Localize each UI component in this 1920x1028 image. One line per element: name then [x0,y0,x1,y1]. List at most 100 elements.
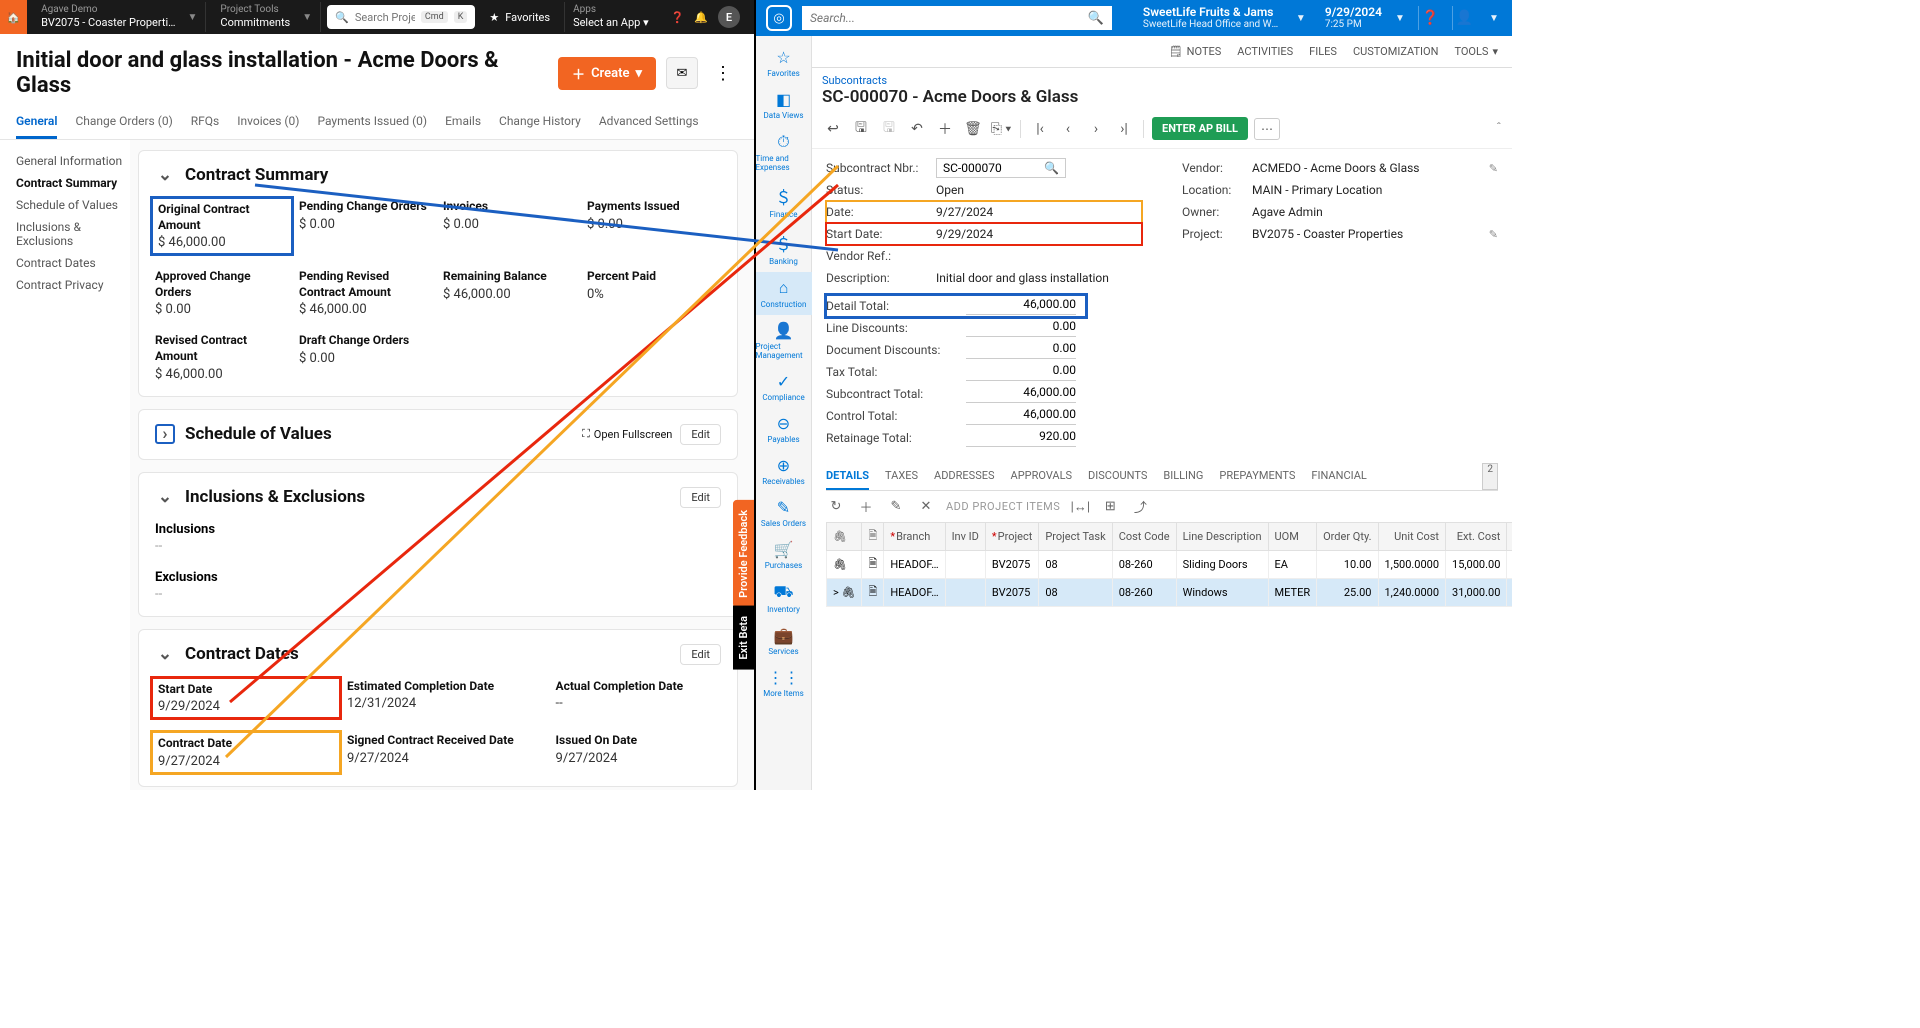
col-header[interactable]: Inv ID [945,523,985,551]
subtab-billing[interactable]: BILLING [1163,463,1203,490]
col-header[interactable]: Project Task [1039,523,1112,551]
details-grid[interactable]: 🖇🗎*BranchInv ID*ProjectProject TaskCost … [826,522,1512,607]
nav-purchases[interactable]: 🛒Purchases [756,534,812,576]
edit-button[interactable]: Edit [680,424,721,445]
delete-row-icon[interactable]: ✕ [916,499,936,514]
fit-columns-icon[interactable]: |↔| [1070,499,1090,515]
col-header[interactable]: *Branch [884,523,945,551]
prev-icon[interactable]: ‹ [1057,118,1079,140]
nav-project-management[interactable]: 👤Project Management [756,315,812,366]
add-row-icon[interactable]: ＋ [856,497,876,516]
subtab-prepayments[interactable]: PREPAYMENTS [1219,463,1295,490]
col-header[interactable]: Cost Code [1112,523,1176,551]
more-actions-button[interactable]: ⋯ [1254,118,1280,140]
collapse-icon[interactable]: ⌄ [155,644,175,664]
col-header[interactable]: 🗎 [862,523,884,551]
subtab-details[interactable]: DETAILS [826,463,869,490]
tab-emails[interactable]: Emails [445,106,481,139]
nav-construction[interactable]: ⌂Construction [756,272,812,315]
undo-icon[interactable]: ↶ [906,118,928,140]
upload-icon[interactable]: ⤴ [1130,497,1150,516]
back-icon[interactable]: ↩ [822,118,844,140]
copy-icon[interactable]: ⎘ ▾ [990,118,1012,140]
subcontract-nbr-field[interactable]: SC-000070 🔍 [936,158,1066,178]
save-close-icon[interactable]: 🖫 [878,118,900,140]
bell-icon[interactable]: 🔔 [694,11,708,24]
col-header[interactable]: *Project [985,523,1038,551]
col-header[interactable]: Ext. Cost [1446,523,1507,551]
nav-compliance[interactable]: ✓Compliance [756,366,812,408]
home-icon[interactable]: 🏠 [0,0,27,34]
email-button[interactable]: ✉ [666,57,698,89]
nav-receivables[interactable]: ⊕Receivables [756,450,812,492]
grid-row[interactable]: > 🖇🗎HEADOF…BV20750808-260WindowsMETER25.… [827,579,1513,607]
collapse-form-icon[interactable]: ˆ [1496,121,1502,136]
sidenav-general-information[interactable]: General Information [16,150,130,172]
tab-change-history[interactable]: Change History [499,106,581,139]
project-selector[interactable]: Agave Demo BV2075 - Coaster Properti… ▼ [33,2,206,31]
enter-ap-bill-button[interactable]: ENTER AP BILL [1152,117,1248,140]
col-header[interactable]: 🖇 [827,523,862,551]
nav-payables[interactable]: ⊖Payables [756,408,812,450]
search-input[interactable] [810,11,1088,25]
tab-general[interactable]: General [16,106,57,139]
sidenav-inclusions-exclusions[interactable]: Inclusions & Exclusions [16,216,130,252]
exit-beta-tab[interactable]: Exit Beta [733,606,754,670]
files-link[interactable]: FILES [1309,45,1337,58]
col-header[interactable]: Unit Cost [1378,523,1446,551]
nav-services[interactable]: 💼Services [756,620,812,662]
sidenav-contract-dates[interactable]: Contract Dates [16,252,130,274]
nav-time-and-expenses[interactable]: ⏱Time and Expenses [756,126,812,178]
user-avatar[interactable]: E [718,6,740,28]
activities-link[interactable]: ACTIVITIES [1237,45,1293,58]
tab-payments-issued-[interactable]: Payments Issued (0) [317,106,427,139]
nav-sales-orders[interactable]: ✎Sales Orders [756,492,812,534]
notes-link[interactable]: 🗒 NOTES [1169,45,1222,58]
add-icon[interactable]: ＋ [934,118,956,140]
kebab-icon[interactable]: ⋮ [708,63,738,84]
subtab-taxes[interactable]: TAXES [885,463,918,490]
nav-banking[interactable]: ＄Banking [756,225,812,272]
col-header[interactable]: UOM [1268,523,1317,551]
subtab-discounts[interactable]: DISCOUNTS [1088,463,1147,490]
first-icon[interactable]: |‹ [1029,118,1051,140]
delete-icon[interactable]: 🗑 [962,118,984,140]
nav-finance[interactable]: ＄Finance [756,178,812,225]
pencil-icon[interactable]: ✎ [1489,228,1498,241]
search-input[interactable] [355,11,415,24]
edit-row-icon[interactable]: ✎ [886,499,906,514]
edit-button[interactable]: Edit [680,644,721,665]
subtab-approvals[interactable]: APPROVALS [1011,463,1073,490]
last-icon[interactable]: ›| [1113,118,1135,140]
nav-more-items[interactable]: ⋮⋮More Items [756,662,812,704]
help-icon[interactable]: ❓ [671,11,685,24]
collapse-icon[interactable]: ⌄ [155,487,175,507]
user-icon[interactable]: 👤 [1452,6,1476,30]
tab-rfqs[interactable]: RFQs [191,106,219,139]
feedback-tab[interactable]: Provide Feedback [733,500,754,608]
pencil-icon[interactable]: ✎ [1489,162,1498,175]
tab-advanced-settings[interactable]: Advanced Settings [599,106,699,139]
app-logo-icon[interactable]: ◎ [766,5,792,31]
nav-data-views[interactable]: ◧Data Views [756,84,812,126]
col-header[interactable]: Discount Percent [1507,523,1512,551]
tab-change-orders-[interactable]: Change Orders (0) [75,106,172,139]
grid-row[interactable]: 🖇🗎HEADOF…BV20750808-260Sliding DoorsEA10… [827,551,1513,579]
subtab-financial[interactable]: FINANCIAL [1311,463,1366,490]
tab-invoices-[interactable]: Invoices (0) [237,106,299,139]
search-project[interactable]: 🔍 Cmd K [327,5,475,29]
col-header[interactable]: Order Qty. [1317,523,1378,551]
tools-link[interactable]: TOOLS ▾ [1454,45,1498,58]
open-fullscreen-link[interactable]: ⛶ Open Fullscreen [582,427,672,441]
business-date[interactable]: 9/29/2024 7:25 PM [1325,6,1382,30]
sidenav-contract-privacy[interactable]: Contract Privacy [16,274,130,296]
save-icon[interactable]: 🖫 [850,118,872,140]
apps-selector[interactable]: Apps Select an App ▾ [564,2,657,31]
favorites-link[interactable]: ★ Favorites [481,11,558,24]
nav-favorites[interactable]: ☆Favorites [756,42,812,84]
next-icon[interactable]: › [1085,118,1107,140]
export-excel-icon[interactable]: ⊞ [1100,499,1120,514]
add-project-items-link[interactable]: ADD PROJECT ITEMS [946,500,1060,513]
breadcrumb-link[interactable]: Subcontracts [822,74,887,87]
sidenav-contract-summary[interactable]: Contract Summary [16,172,130,194]
